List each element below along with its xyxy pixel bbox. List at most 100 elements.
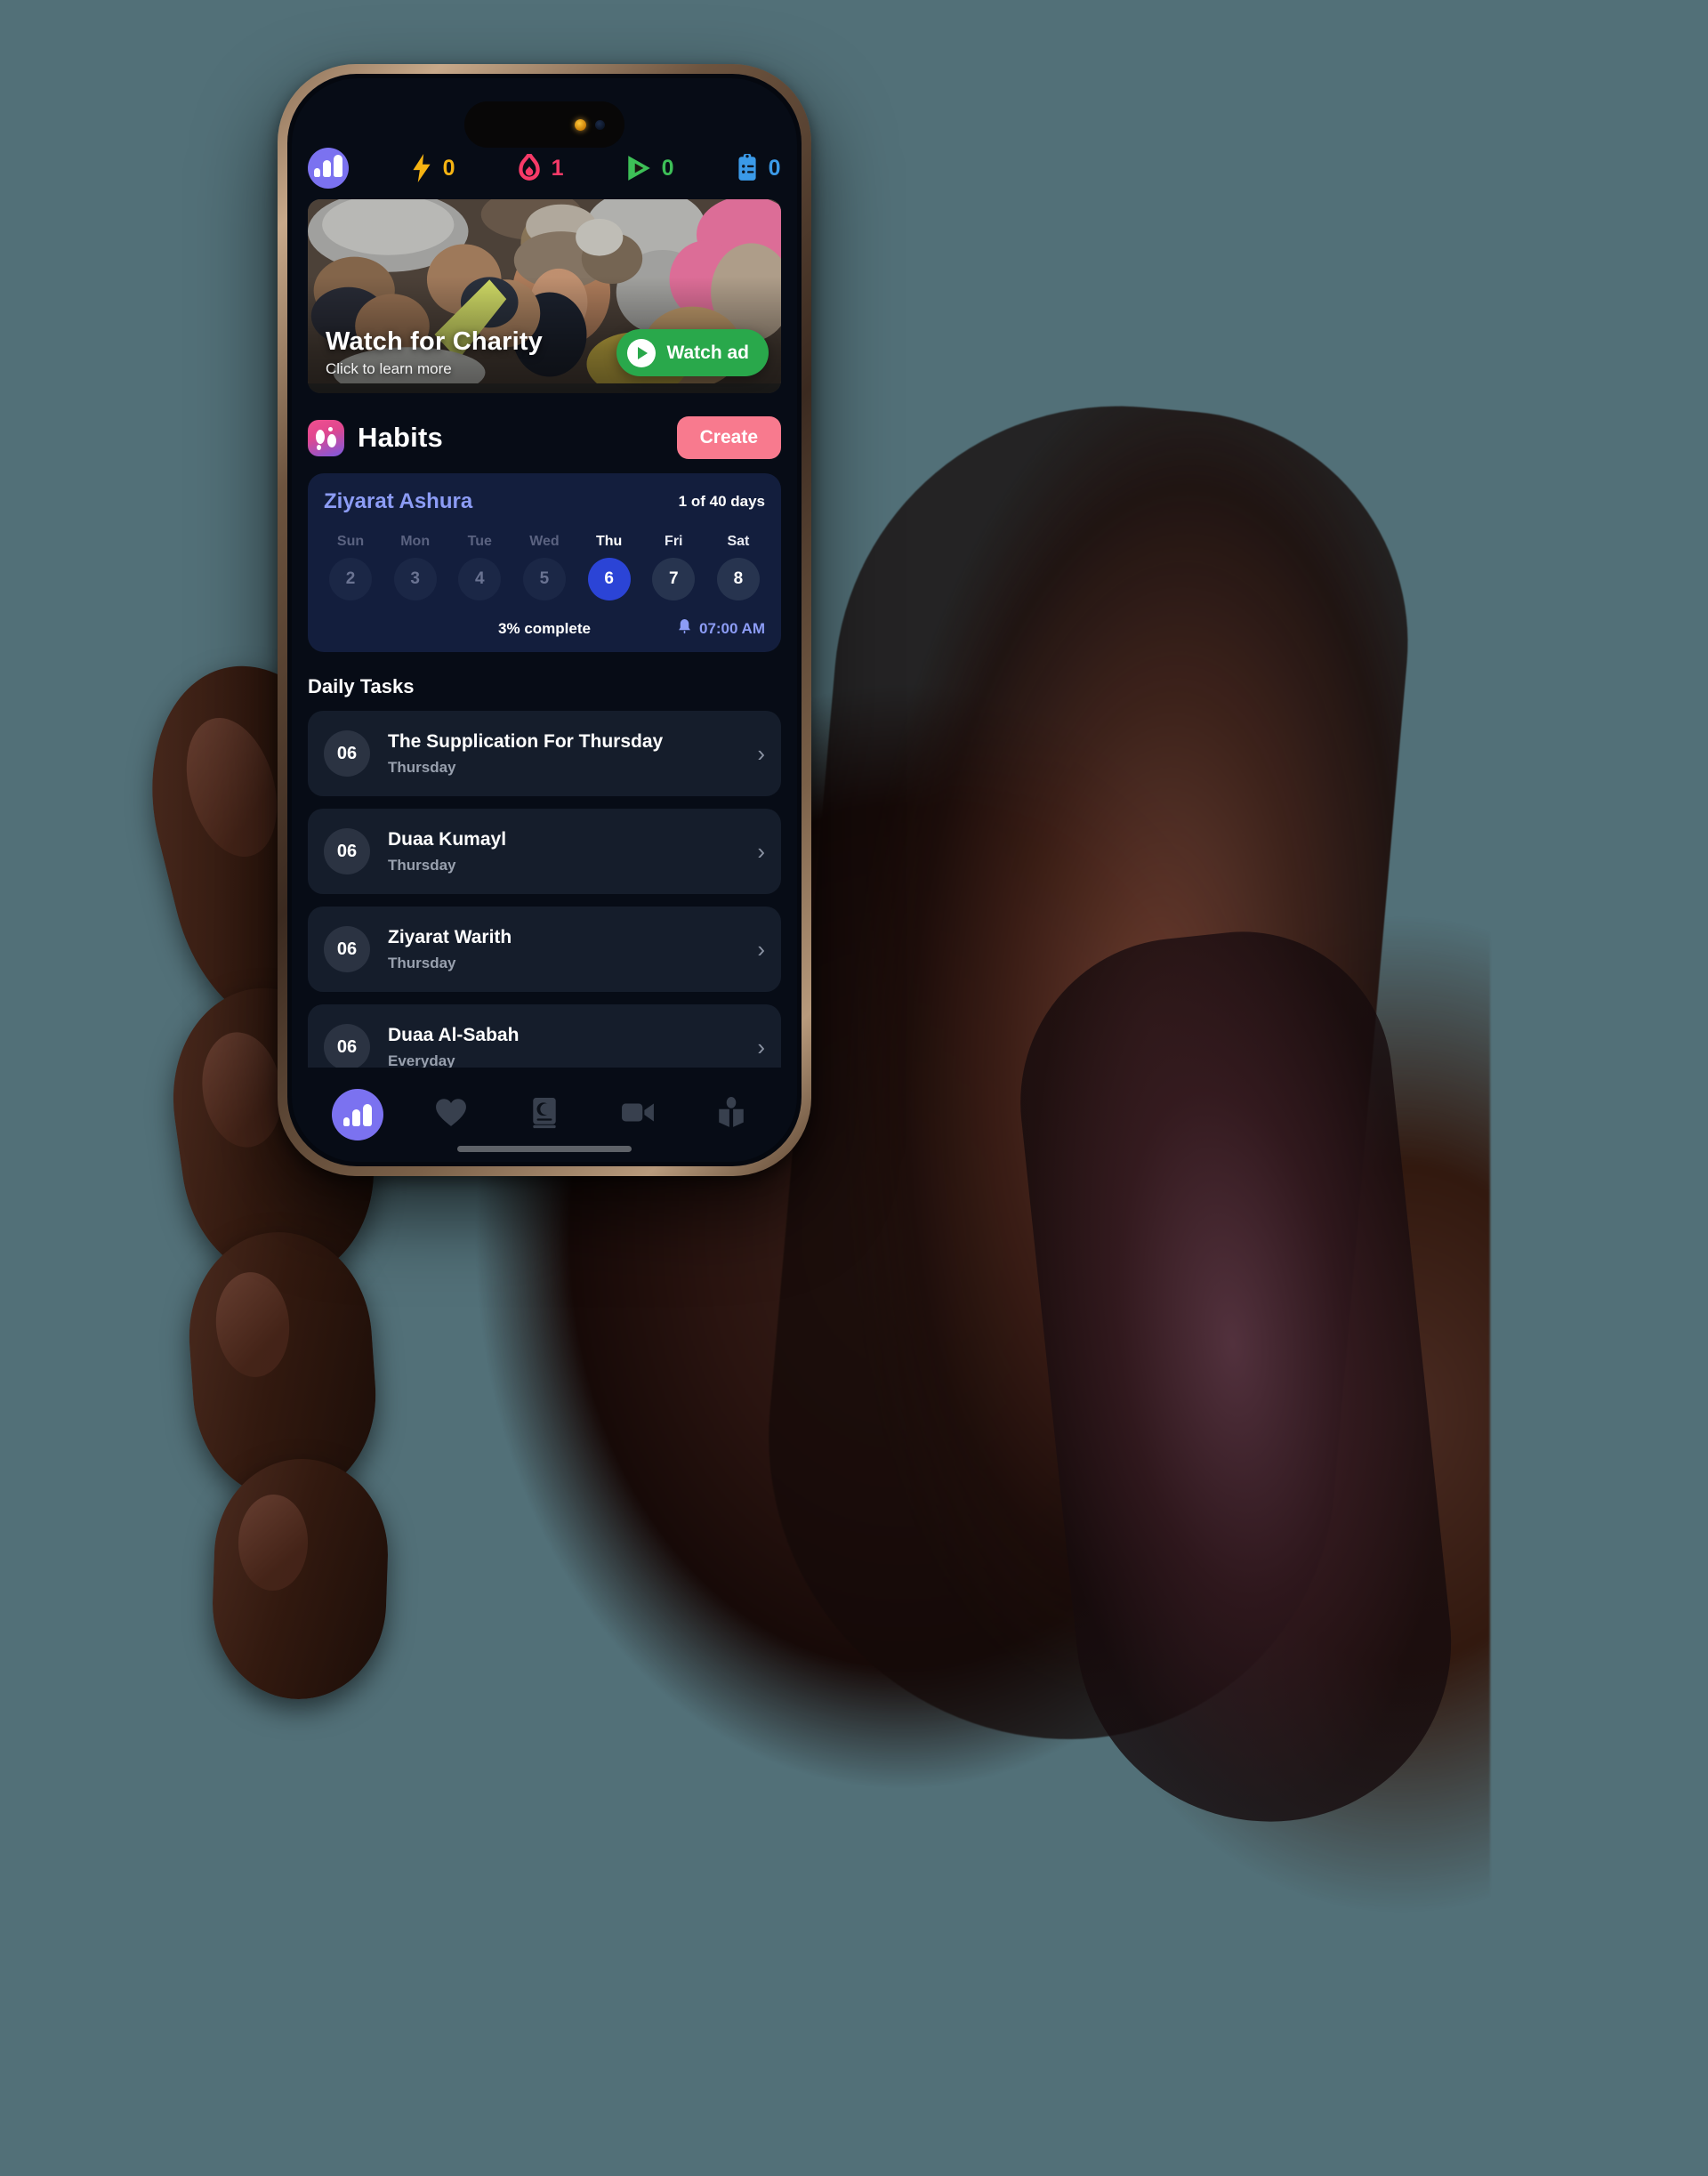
weekday-label: Mon: [400, 534, 431, 549]
flame-icon: [517, 154, 542, 182]
background-hand-photo: [0, 0, 1708, 2176]
phone-screen: 0 1 0 0 Watch for Charity Click to learn…: [292, 78, 797, 1162]
footprints-icon: [308, 419, 344, 456]
weekday-label: Tue: [467, 534, 492, 549]
play-circle-icon: [627, 338, 657, 367]
stat-videos[interactable]: 0: [625, 154, 674, 182]
phone-bezel: 0 1 0 0 Watch for Charity Click to learn…: [287, 74, 802, 1166]
habits-title-group: Habits: [308, 419, 443, 456]
charity-banner[interactable]: Watch for Charity Click to learn more Wa…: [308, 199, 781, 393]
clipboard-list-icon: [736, 154, 759, 182]
weekday-date: 4: [458, 558, 502, 600]
habit-card-footer: 3% complete 07:00 AM: [324, 618, 765, 640]
habit-name: Ziyarat Ashura: [324, 489, 473, 513]
habit-day-sat[interactable]: Sat 8: [712, 534, 765, 600]
habit-week-strip: Sun 2 Mon 3 Tue 4 Wed 5 Thu 6 Fri 7 Sat …: [324, 534, 765, 600]
stat-tasks[interactable]: 0: [736, 154, 781, 182]
bottom-navigation-bar: [292, 1068, 797, 1162]
task-number-badge: 06: [324, 926, 370, 972]
stat-energy-value: 0: [442, 155, 455, 181]
weekday-date: 5: [522, 558, 566, 600]
chevron-right-icon[interactable]: ›: [757, 838, 765, 866]
front-camera-lens-icon: [595, 119, 605, 130]
task-subtitle: Thursday: [388, 954, 456, 971]
quran-book-icon: [531, 1097, 558, 1133]
lightning-bolt-icon: [410, 154, 433, 182]
task-row-2[interactable]: 06 Duaa Kumayl Thursday ›: [308, 809, 781, 894]
banner-title: Watch for Charity: [326, 327, 544, 356]
task-number-badge: 06: [324, 730, 370, 777]
bell-icon: [677, 618, 692, 640]
task-row-3[interactable]: 06 Ziyarat Warith Thursday ›: [308, 907, 781, 992]
habit-progress-days: 1 of 40 days: [678, 493, 765, 510]
task-title: Duaa Kumayl: [388, 828, 507, 850]
habit-day-fri[interactable]: Fri 7: [647, 534, 700, 600]
stat-streak[interactable]: 1: [517, 154, 564, 182]
bar-chart-icon: [343, 1103, 373, 1126]
banner-subtitle: Click to learn more: [326, 360, 452, 377]
habit-day-wed[interactable]: Wed 5: [518, 534, 571, 600]
habit-card-header: Ziyarat Ashura 1 of 40 days: [324, 489, 765, 514]
weekday-date: 7: [652, 558, 696, 600]
phone-device: 0 1 0 0 Watch for Charity Click to learn…: [278, 64, 811, 1176]
task-meta: Ziyarat Warith Thursday: [388, 927, 739, 972]
task-title: Duaa Al-Sabah: [388, 1024, 520, 1045]
habits-section-header: Habits Create: [308, 416, 781, 459]
weekday-date: 3: [393, 558, 437, 600]
habit-day-tue[interactable]: Tue 4: [453, 534, 506, 600]
task-title: Ziyarat Warith: [388, 926, 512, 947]
daily-tasks-heading: Daily Tasks: [308, 675, 415, 697]
create-habit-button[interactable]: Create: [676, 416, 781, 459]
weekday-label: Wed: [529, 534, 560, 549]
chevron-right-icon[interactable]: ›: [757, 1034, 765, 1061]
home-indicator[interactable]: [457, 1146, 632, 1152]
weekday-label: Sun: [336, 534, 365, 549]
chevron-right-icon[interactable]: ›: [757, 740, 765, 768]
chevron-right-icon[interactable]: ›: [757, 936, 765, 963]
task-subtitle: Everyday: [388, 1052, 455, 1068]
habit-day-thu[interactable]: Thu 6: [583, 534, 636, 600]
nav-item-library[interactable]: [705, 1089, 757, 1140]
task-number-badge: 06: [324, 1024, 370, 1068]
weekday-date: 8: [716, 558, 760, 600]
stat-streak-value: 1: [551, 155, 564, 181]
habit-reminder-time: 07:00 AM: [698, 620, 765, 637]
weekday-label: Fri: [665, 534, 683, 549]
nav-item-favorites[interactable]: [425, 1089, 477, 1140]
task-meta: Duaa Kumayl Thursday: [388, 829, 739, 874]
weekday-date: 2: [329, 558, 372, 600]
stat-tasks-value: 0: [768, 155, 781, 181]
task-subtitle: Thursday: [388, 758, 456, 776]
video-camera-icon: [621, 1100, 655, 1129]
heart-icon: [435, 1098, 467, 1132]
weekday-date: 6: [587, 558, 631, 600]
habit-day-sun[interactable]: Sun 2: [324, 534, 377, 600]
camera-active-dot-icon: [575, 118, 586, 131]
open-book-icon: [717, 1096, 745, 1133]
hand-finger-4: [209, 1455, 391, 1703]
nav-item-quran[interactable]: [519, 1089, 570, 1140]
main-scroll-area[interactable]: Watch for Charity Click to learn more Wa…: [292, 199, 797, 1068]
habit-percent-complete: 3% complete: [498, 620, 591, 637]
task-meta: Duaa Al-Sabah Everyday: [388, 1025, 739, 1068]
weekday-label: Sat: [727, 534, 750, 549]
bar-chart-badge-icon[interactable]: [308, 148, 349, 189]
watch-ad-label: Watch ad: [666, 342, 749, 363]
task-meta: The Supplication For Thursday Thursday: [388, 731, 739, 777]
weekday-label: Thu: [595, 534, 623, 549]
habit-reminder[interactable]: 07:00 AM: [677, 618, 765, 640]
nav-item-videos[interactable]: [612, 1089, 664, 1140]
task-subtitle: Thursday: [388, 856, 456, 874]
task-title: The Supplication For Thursday: [388, 730, 664, 752]
stat-energy[interactable]: 0: [410, 154, 455, 182]
task-row-1[interactable]: 06 The Supplication For Thursday Thursda…: [308, 711, 781, 796]
stat-videos-value: 0: [661, 155, 674, 181]
task-row-4[interactable]: 06 Duaa Al-Sabah Everyday ›: [308, 1004, 781, 1068]
habit-card[interactable]: Ziyarat Ashura 1 of 40 days Sun 2 Mon 3 …: [308, 473, 781, 652]
task-number-badge: 06: [324, 828, 370, 874]
habit-day-mon[interactable]: Mon 3: [389, 534, 442, 600]
watch-ad-button[interactable]: Watch ad: [616, 329, 769, 376]
banner-text-group: Watch for Charity Click to learn more: [326, 327, 543, 378]
play-triangle-icon: [625, 154, 652, 182]
nav-item-habits[interactable]: [332, 1089, 384, 1140]
